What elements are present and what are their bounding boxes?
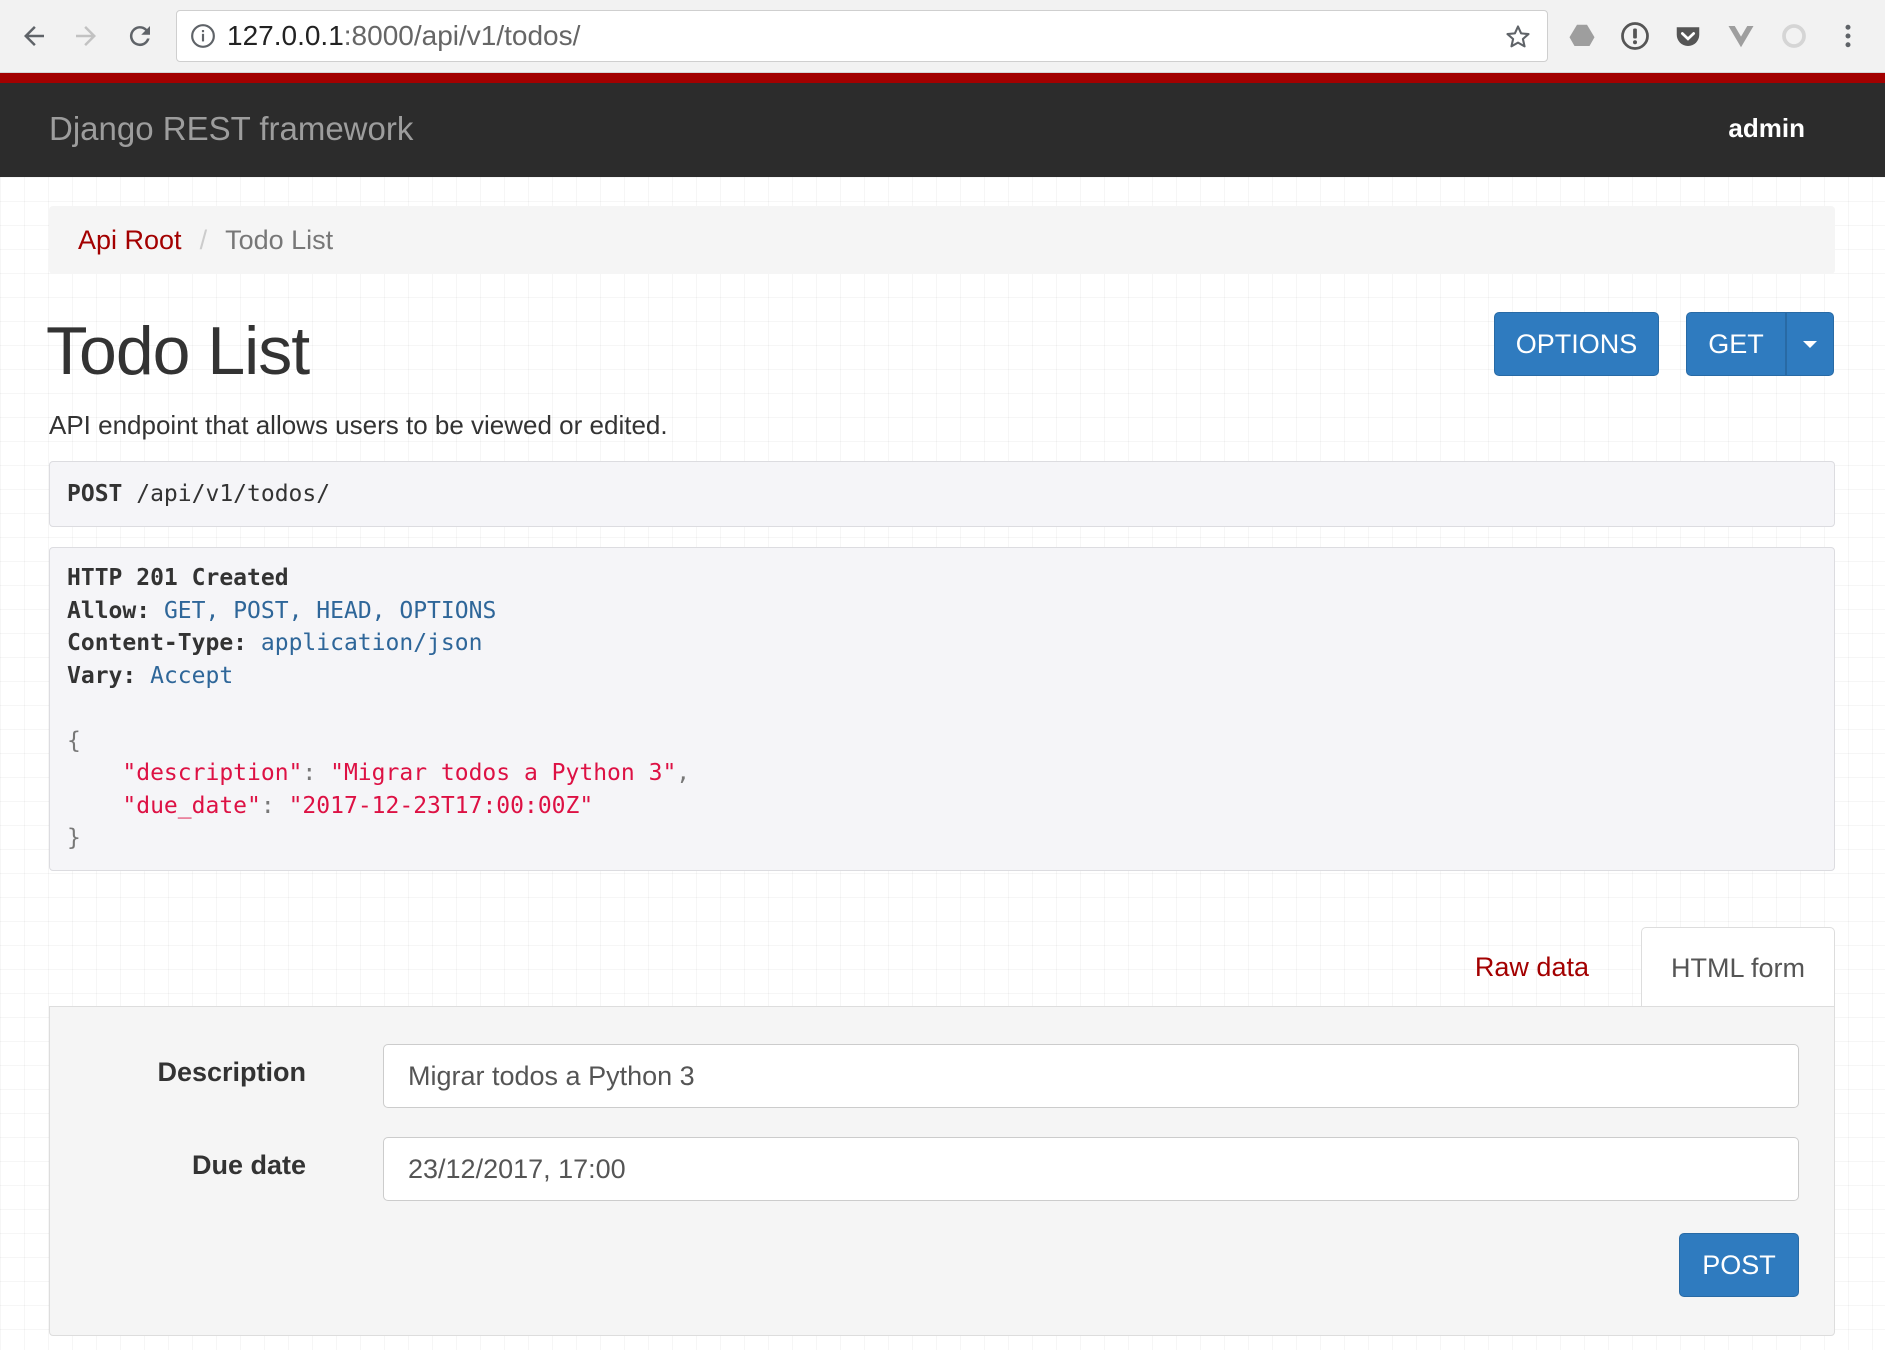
- request-info: POST /api/v1/todos/: [49, 461, 1835, 527]
- url-text: 127.0.0.1:8000/api/v1/todos/: [227, 20, 580, 52]
- header-name: Content-Type:: [67, 630, 248, 656]
- password-icon[interactable]: [1617, 18, 1653, 54]
- reload-icon[interactable]: [118, 14, 162, 58]
- form-tabs: Raw data HTML form: [49, 927, 1835, 1008]
- html-form-panel: Description Migrar todos a Python 3 Due …: [49, 1006, 1835, 1336]
- request-path: /api/v1/todos/: [122, 481, 331, 507]
- breadcrumb-separator: /: [199, 224, 208, 255]
- back-arrow-icon[interactable]: [12, 14, 56, 58]
- json-key: "due_date": [122, 792, 261, 819]
- due-date-label: Due date: [191, 1150, 306, 1180]
- browser-toolbar: 127.0.0.1:8000/api/v1/todos/: [0, 0, 1885, 73]
- header-value: application/json: [260, 630, 483, 656]
- main-content: Api Root / Todo List Todo List OPTIONS G…: [0, 177, 1885, 1350]
- json-open-brace: {: [67, 727, 81, 754]
- forward-arrow-icon[interactable]: [64, 14, 108, 58]
- page-description: API endpoint that allows users to be vie…: [49, 410, 668, 440]
- post-button[interactable]: POST: [1679, 1233, 1799, 1297]
- due-date-input[interactable]: 23/12/2017, 17:00: [383, 1137, 1799, 1201]
- user-menu[interactable]: admin: [1728, 113, 1805, 144]
- json-close-brace: }: [67, 825, 81, 851]
- header-name: Vary:: [67, 662, 137, 689]
- star-icon[interactable]: [1501, 20, 1535, 54]
- get-button-group: GET: [1686, 312, 1834, 376]
- options-button[interactable]: OPTIONS: [1494, 312, 1659, 376]
- response-header: Vary: Accept: [67, 660, 1817, 693]
- navbar: Django REST framework admin: [0, 73, 1885, 177]
- breadcrumb: Api Root / Todo List: [49, 206, 1835, 274]
- response-header: Content-Type: application/json: [67, 627, 1817, 660]
- json-value: "2017-12-23T17:00:00Z": [288, 792, 594, 819]
- description-label: Description: [157, 1057, 306, 1087]
- request-method: POST: [67, 481, 123, 507]
- address-bar[interactable]: 127.0.0.1:8000/api/v1/todos/: [176, 10, 1548, 62]
- header-value: GET, POST, HEAD, OPTIONS: [163, 597, 497, 624]
- sync-icon[interactable]: [1776, 18, 1812, 54]
- url-host: 127.0.0.1: [227, 20, 344, 51]
- navbar-brand[interactable]: Django REST framework: [49, 110, 413, 148]
- json-comma: ,: [676, 760, 691, 786]
- response-info: HTTP 201 Created Allow: GET, POST, HEAD, …: [49, 547, 1835, 871]
- page-title: Todo List: [46, 313, 310, 389]
- kebab-menu-icon[interactable]: [1830, 18, 1866, 54]
- tab-html-form[interactable]: HTML form: [1641, 927, 1835, 1008]
- json-key: "description": [122, 760, 303, 786]
- caret-down-icon: [1803, 340, 1817, 348]
- get-button[interactable]: GET: [1686, 312, 1786, 376]
- drive-icon[interactable]: [1564, 18, 1600, 54]
- response-header: Allow: GET, POST, HEAD, OPTIONS: [67, 595, 1817, 628]
- vue-icon[interactable]: [1723, 18, 1759, 54]
- json-line: "description": "Migrar todos a Python 3"…: [122, 760, 691, 786]
- response-status: HTTP 201 Created: [67, 565, 289, 591]
- breadcrumb-api-root[interactable]: Api Root: [78, 225, 182, 256]
- json-value: "Migrar todos a Python 3": [330, 760, 677, 786]
- breadcrumb-current: Todo List: [225, 224, 334, 255]
- get-format-dropdown[interactable]: [1786, 312, 1834, 376]
- pocket-icon[interactable]: [1670, 18, 1706, 54]
- info-icon[interactable]: [189, 22, 217, 50]
- header-value: Accept: [150, 662, 234, 689]
- json-line: "due_date": "2017-12-23T17:00:00Z": [122, 792, 594, 819]
- url-path: :8000/api/v1/todos/: [343, 20, 581, 51]
- tab-raw-data[interactable]: Raw data: [1445, 927, 1619, 1007]
- header-name: Allow:: [67, 597, 151, 624]
- description-input[interactable]: Migrar todos a Python 3: [383, 1044, 1799, 1108]
